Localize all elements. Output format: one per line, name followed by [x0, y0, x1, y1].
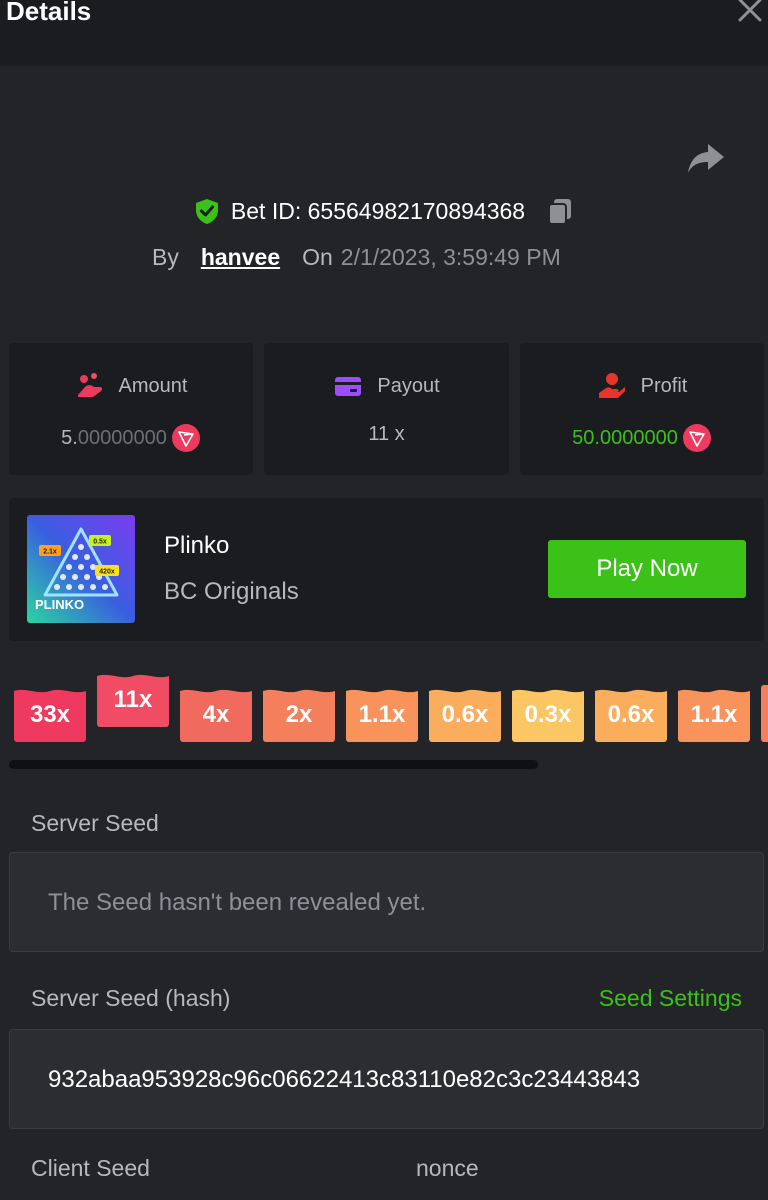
modal-header: Details: [0, 0, 768, 66]
multiplier-tile: 11x: [97, 670, 169, 727]
client-seed-label: Client Seed: [31, 1155, 150, 1181]
thumb-tag: 2.1x: [43, 549, 57, 556]
multiplier-tile: 4x: [180, 685, 252, 742]
game-name[interactable]: Plinko: [164, 532, 229, 560]
multiplier-strip[interactable]: 33x 11x 4x 2x 1.1x 0.6x 0.3x 0.6x 1.1x: [0, 660, 768, 770]
server-seed-value: The Seed hasn't been revealed yet.: [48, 889, 427, 916]
bet-id-text: Bet ID: 6556498217089436​8: [230, 197, 526, 224]
multiplier-tile: 0.6x: [595, 685, 667, 742]
shield-check-icon: [195, 199, 218, 224]
game-card: 2.1x 0.5x 420x PLINKO Plinko BC Original…: [9, 498, 764, 641]
by-label: By: [152, 244, 179, 270]
amount-card: Amount 5. 00000000: [9, 343, 253, 475]
plinko-thumbnail[interactable]: 2.1x 0.5x 420x PLINKO: [27, 515, 135, 623]
multiplier-tile: 2x: [263, 685, 335, 742]
play-now-button[interactable]: Play Now: [548, 540, 746, 598]
horizontal-scrollbar[interactable]: [9, 760, 538, 769]
amount-label: Amount: [118, 374, 188, 397]
thumb-tag: 420x: [99, 569, 115, 576]
multiplier-tile: 1.1x: [678, 685, 750, 742]
modal-title: Details: [6, 0, 92, 26]
on-label: On: [302, 244, 333, 270]
close-icon[interactable]: [734, 0, 766, 26]
profit-label: Profit: [640, 374, 688, 397]
multiplier-tile: 0.6x: [429, 685, 501, 742]
seed-settings-link[interactable]: Seed Settings: [599, 985, 742, 1012]
share-icon[interactable]: [686, 140, 726, 176]
amount-value-main: 5.: [61, 426, 78, 449]
payout-label: Payout: [377, 374, 440, 397]
bet-id-row: Bet ID: 6556498217089436​8: [0, 196, 768, 226]
coins-hand-icon: [77, 373, 102, 397]
payout-card: Payout 11 x: [264, 343, 509, 475]
payout-value: 11 x: [368, 423, 405, 445]
bet-date: 2/1/2023, 3:59:49 PM: [340, 244, 561, 270]
profit-value: 50.0000000: [572, 426, 678, 449]
multiplier-tile: 1.1x: [346, 685, 418, 742]
server-hash-label: Server Seed (hash): [31, 985, 231, 1011]
game-provider: BC Originals: [164, 578, 299, 605]
server-hash-field[interactable]: 932abaa953928c96c06622413c83110e82c3c234…: [9, 1029, 764, 1129]
nonce-label: nonce: [416, 1155, 479, 1181]
server-seed-field: The Seed hasn't been revealed yet.: [9, 852, 764, 952]
server-seed-label: Server Seed: [31, 810, 159, 836]
profit-card: Profit 50.0000000: [520, 343, 764, 475]
multiplier-tile: 33x: [14, 685, 86, 742]
copy-icon[interactable]: [545, 196, 575, 226]
multiplier-tile: 0.3x: [512, 685, 584, 742]
bet-meta-row: By hanvee On 2/1/2023, 3:59:49 PM: [152, 244, 561, 271]
trx-coin-icon: [171, 424, 200, 452]
hand-coin-icon: [598, 373, 625, 398]
thumb-title: PLINKO: [35, 597, 84, 612]
multiplier-tile-partial: [761, 685, 768, 742]
server-hash-value: 932abaa953928c96c06622413c83110e82c3c234…: [48, 1066, 641, 1093]
thumb-tag: 0.5x: [93, 539, 107, 546]
amount-value-dim: 00000000: [77, 426, 167, 449]
username-link[interactable]: hanvee: [201, 244, 280, 271]
card-icon: [335, 377, 362, 396]
trx-coin-icon: [682, 424, 711, 452]
